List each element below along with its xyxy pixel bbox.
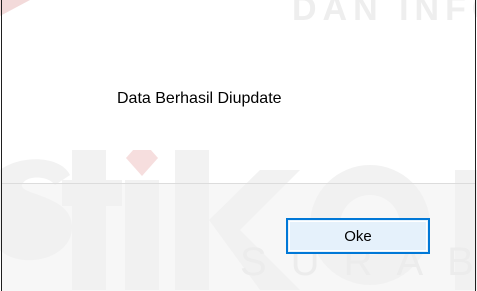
ok-button-label: Oke [344, 227, 372, 245]
dialog-message: Data Berhasil Diupdate [117, 90, 282, 107]
screen: DAN INFO SURAB Data Berhasil Diupdate [0, 0, 477, 291]
ok-button[interactable]: Oke [286, 218, 430, 254]
